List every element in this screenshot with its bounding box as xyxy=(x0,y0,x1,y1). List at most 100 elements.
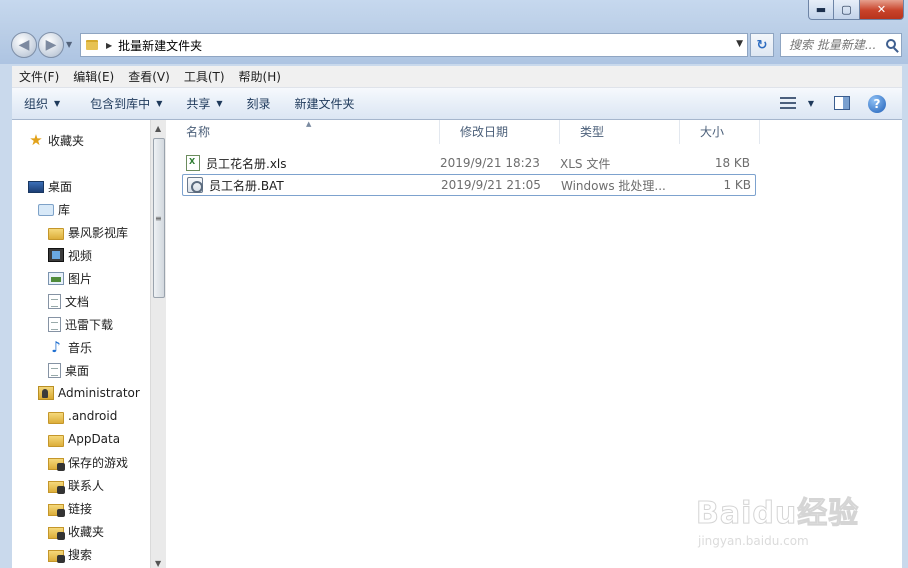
file-date: 2019/9/21 18:23 xyxy=(440,156,540,170)
nav-item-label: 库 xyxy=(58,202,71,217)
nav-item-desktop[interactable]: 桌面 xyxy=(28,175,72,197)
file-list: ▲ 名称 修改日期 类型 大小 员工花名册.xls 2019/9/21 18:2… xyxy=(166,120,902,568)
minimize-button[interactable]: ▬ xyxy=(808,0,834,20)
close-button[interactable]: ✕ xyxy=(860,0,904,20)
column-header-name[interactable]: 名称 xyxy=(166,120,440,144)
organize-label: 组织 xyxy=(24,97,49,111)
nav-item-pictures[interactable]: 图片 xyxy=(48,267,92,289)
menu-view[interactable]: 查看(V) xyxy=(121,68,177,85)
search-input[interactable] xyxy=(789,38,879,52)
nav-item-saved-games[interactable]: 保存的游戏 xyxy=(48,451,128,473)
menu-edit[interactable]: 编辑(E) xyxy=(66,68,121,85)
music-icon: ♪ xyxy=(51,338,61,356)
window-controls: ▬ ▢ ✕ xyxy=(808,0,904,20)
nav-item-android[interactable]: .android xyxy=(48,405,117,427)
navigation-pane: ★ 收藏夹 桌面 库 暴风影视库 视频 图片 文档 迅雷下载 ♪ 音乐 桌面 A… xyxy=(12,120,164,568)
column-header-date[interactable]: 修改日期 xyxy=(440,120,560,144)
share-button[interactable]: 共享 ▼ xyxy=(174,95,234,112)
nav-item-label: 迅雷下载 xyxy=(65,317,114,332)
nav-item-music[interactable]: ♪ 音乐 xyxy=(48,336,92,358)
links-icon xyxy=(48,503,65,517)
file-date: 2019/9/21 21:05 xyxy=(441,178,541,192)
nav-item-label: 图片 xyxy=(68,271,93,286)
file-row[interactable]: 员工花名册.xls 2019/9/21 18:23 XLS 文件 18 KB xyxy=(182,152,756,174)
arrow-right-icon: ▶ xyxy=(45,37,57,53)
nav-item-label: 保存的游戏 xyxy=(68,455,129,470)
column-headers: 名称 修改日期 类型 大小 xyxy=(166,120,760,144)
searches-icon xyxy=(48,549,65,563)
forward-button[interactable]: ▶ xyxy=(38,32,64,58)
nav-item-storm-video-library[interactable]: 暴风影视库 xyxy=(48,221,128,243)
nav-item-label: 链接 xyxy=(68,501,93,516)
organize-button[interactable]: 组织 ▼ xyxy=(12,95,72,112)
chevron-down-icon: ▼ xyxy=(156,99,163,108)
chevron-down-icon[interactable]: ▼ xyxy=(736,39,743,49)
menu-help[interactable]: 帮助(H) xyxy=(232,68,288,85)
nav-item-libraries[interactable]: 库 xyxy=(38,198,70,220)
chevron-down-icon: ▼ xyxy=(216,99,223,108)
chevron-down-icon[interactable]: ▼ xyxy=(808,99,814,108)
new-folder-label: 新建文件夹 xyxy=(294,97,355,111)
nav-item-documents[interactable]: 文档 xyxy=(48,290,89,312)
nav-pane-scrollbar[interactable]: ▲ ≡ ▼ xyxy=(150,120,166,568)
new-folder-button[interactable]: 新建文件夹 xyxy=(283,95,367,112)
nav-item-contacts[interactable]: 联系人 xyxy=(48,474,104,496)
column-header-size[interactable]: 大小 xyxy=(680,120,760,144)
nav-item-label: 文档 xyxy=(65,294,90,309)
change-view-button[interactable]: ▼ xyxy=(779,97,814,109)
arrow-left-icon: ◀ xyxy=(18,37,30,53)
watermark-brand: Baidu经验 xyxy=(696,496,860,532)
help-icon[interactable]: ? xyxy=(868,95,886,113)
menu-bar: 文件(F) 编辑(E) 查看(V) 工具(T) 帮助(H) xyxy=(12,66,902,88)
file-type: XLS 文件 xyxy=(560,156,611,171)
nav-item-label: 桌面 xyxy=(65,363,90,378)
search-box[interactable] xyxy=(780,33,902,57)
preview-pane-icon[interactable] xyxy=(834,96,850,110)
file-type: Windows 批处理... xyxy=(561,178,666,193)
views-icon xyxy=(779,97,796,109)
nav-item-appdata[interactable]: AppData xyxy=(48,428,120,450)
nav-item-label: 收藏夹 xyxy=(48,133,85,148)
recent-pages-dropdown[interactable]: ▼ xyxy=(66,40,72,49)
share-label: 共享 xyxy=(186,97,211,111)
file-name: 员工名册.BAT xyxy=(209,178,284,193)
nav-item-links[interactable]: 链接 xyxy=(48,497,92,519)
nav-item-label: 联系人 xyxy=(68,478,105,493)
nav-item-user-favorites[interactable]: 收藏夹 xyxy=(48,520,104,542)
address-path[interactable]: 批量新建文件夹 xyxy=(118,37,202,54)
saved-games-icon xyxy=(48,457,65,471)
refresh-button[interactable]: ↻ xyxy=(750,33,774,57)
nav-item-administrator[interactable]: Administrator xyxy=(38,382,140,404)
nav-item-xunlei-downloads[interactable]: 迅雷下载 xyxy=(48,313,113,335)
document-icon xyxy=(48,293,61,309)
burn-button[interactable]: 刻录 xyxy=(235,95,283,112)
chevron-right-icon[interactable]: ▶ xyxy=(106,41,112,50)
desktop-icon xyxy=(28,181,44,193)
nav-item-label: Administrator xyxy=(58,386,140,400)
maximize-button[interactable]: ▢ xyxy=(834,0,860,20)
nav-item-videos[interactable]: 视频 xyxy=(48,244,92,266)
include-in-library-label: 包含到库中 xyxy=(90,97,151,111)
search-icon[interactable] xyxy=(886,39,896,49)
menu-file[interactable]: 文件(F) xyxy=(12,68,66,85)
video-icon xyxy=(48,248,64,262)
nav-item-favorites[interactable]: ★ 收藏夹 xyxy=(28,129,84,151)
scroll-up-icon[interactable]: ▲ xyxy=(155,124,161,133)
bat-file-icon xyxy=(187,177,203,193)
file-name-cell: 员工名册.BAT xyxy=(183,177,441,194)
nav-item-label: AppData xyxy=(68,432,121,446)
folder-icon xyxy=(48,411,64,424)
star-icon: ★ xyxy=(29,131,43,149)
address-bar[interactable]: ▶ 批量新建文件夹 ▼ xyxy=(80,33,748,57)
file-row-selected[interactable]: 员工名册.BAT 2019/9/21 21:05 Windows 批处理... … xyxy=(182,174,756,196)
include-in-library-button[interactable]: 包含到库中 ▼ xyxy=(78,95,174,112)
navigation-row: ◀ ▶ ▼ ▶ 批量新建文件夹 ▼ ↻ xyxy=(0,30,908,60)
nav-item-desktop-library[interactable]: 桌面 xyxy=(48,359,89,381)
back-button[interactable]: ◀ xyxy=(11,32,37,58)
nav-item-searches[interactable]: 搜索 xyxy=(48,543,92,565)
nav-item-label: 暴风影视库 xyxy=(68,225,129,240)
column-header-type[interactable]: 类型 xyxy=(560,120,680,144)
scroll-down-icon[interactable]: ▼ xyxy=(155,559,161,568)
baidu-jingyan-watermark: Baidu经验 jingyan.baidu.com xyxy=(696,488,866,549)
menu-tools[interactable]: 工具(T) xyxy=(177,68,232,85)
